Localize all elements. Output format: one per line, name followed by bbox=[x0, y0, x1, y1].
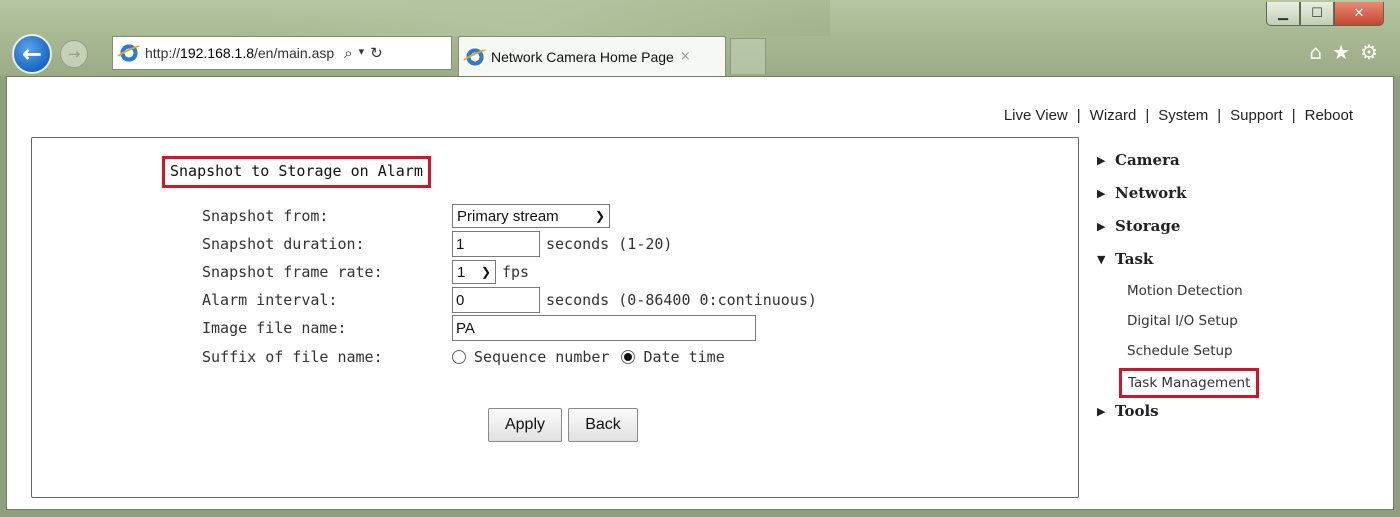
snapshot-from-label: Snapshot from: bbox=[202, 207, 329, 225]
snapshot-duration-label: Snapshot duration: bbox=[202, 235, 365, 253]
menu-item-camera[interactable]: ▶ Camera bbox=[1097, 149, 1180, 171]
nav-support[interactable]: Support bbox=[1230, 107, 1283, 124]
background-blur bbox=[230, 0, 830, 36]
gear-icon[interactable]: ⚙ bbox=[1360, 40, 1378, 64]
back-form-button[interactable]: Back bbox=[568, 408, 638, 442]
search-icon[interactable]: ⌕ bbox=[344, 44, 352, 62]
suffix-label: Suffix of file name: bbox=[202, 348, 383, 366]
window-controls: ▁ ☐ ✕ bbox=[1266, 2, 1384, 26]
menu-item-task[interactable]: ▼ Task bbox=[1097, 248, 1153, 270]
forward-button[interactable]: → bbox=[60, 40, 88, 68]
address-bar[interactable]: http://192.168.1.8/en/main.asp ⌕ ▾ ↻ bbox=[112, 36, 452, 70]
caret-right-icon: ▶ bbox=[1097, 219, 1106, 233]
suffix-field: Sequence number Date time bbox=[452, 348, 725, 366]
internet-explorer-icon bbox=[119, 43, 139, 63]
menu-item-task-management[interactable]: Task Management bbox=[1119, 368, 1260, 398]
radio-date-time[interactable] bbox=[621, 350, 636, 364]
image-file-name-field: PA bbox=[452, 315, 756, 341]
caret-right-icon: ▶ bbox=[1097, 404, 1106, 418]
image-file-name-label: Image file name: bbox=[202, 319, 347, 337]
menu-tools-label: Tools bbox=[1115, 402, 1159, 420]
nav-separator: | bbox=[1145, 107, 1150, 124]
alarm-interval-field: 0 seconds (0-86400 0:continuous) bbox=[452, 287, 817, 313]
nav-separator: | bbox=[1076, 107, 1081, 124]
menu-item-network[interactable]: ▶ Network bbox=[1097, 182, 1186, 204]
snapshot-from-value: Primary stream bbox=[457, 207, 559, 225]
snapshot-from-select[interactable]: Primary stream ❯ bbox=[452, 204, 610, 228]
back-arrow-icon: ← bbox=[21, 40, 43, 68]
page-content: Live View | Wizard | System | Support | Reboot S… bbox=[6, 76, 1394, 510]
snapshot-from-field: Primary stream ❯ bbox=[452, 204, 610, 228]
close-window-button[interactable]: ✕ bbox=[1334, 2, 1384, 26]
snapshot-frame-rate-field: 1 ❯ fps bbox=[452, 260, 529, 284]
snapshot-duration-input[interactable]: 1 bbox=[452, 231, 540, 257]
menu-network-label: Network bbox=[1115, 184, 1187, 202]
url-prefix: http:// bbox=[145, 45, 181, 61]
url-host: 192.168.1.8 bbox=[180, 45, 254, 61]
tab-ie-icon bbox=[465, 46, 485, 67]
alarm-interval-hint: seconds (0-86400 0:continuous) bbox=[546, 291, 817, 309]
minimize-button[interactable]: ▁ bbox=[1266, 2, 1300, 26]
alarm-interval-label: Alarm interval: bbox=[202, 291, 338, 309]
settings-panel: Snapshot to Storage on Alarm Snapshot fr… bbox=[31, 137, 1079, 498]
maximize-icon: ☐ bbox=[1311, 6, 1323, 21]
refresh-icon[interactable]: ↻ bbox=[370, 44, 383, 62]
menu-camera-label: Camera bbox=[1115, 151, 1180, 169]
caret-right-icon: ▶ bbox=[1097, 153, 1106, 167]
maximize-button[interactable]: ☐ bbox=[1300, 2, 1334, 26]
page-title: Snapshot to Storage on Alarm bbox=[162, 156, 431, 188]
frame-rate-value: 1 bbox=[457, 263, 466, 281]
menu-item-storage[interactable]: ▶ Storage bbox=[1097, 215, 1180, 237]
tab-close-icon[interactable]: × bbox=[680, 49, 691, 64]
menu-item-tools[interactable]: ▶ Tools bbox=[1097, 400, 1159, 422]
radio-sequence-number-label: Sequence number bbox=[474, 348, 610, 366]
nav-wizard[interactable]: Wizard bbox=[1090, 107, 1137, 124]
snapshot-duration-hint: seconds (1-20) bbox=[546, 235, 673, 253]
caret-right-icon: ▶ bbox=[1097, 186, 1106, 200]
browser-toolbar-icons: ⌂ ★ ⚙ bbox=[1309, 40, 1378, 64]
nav-separator: | bbox=[1217, 107, 1222, 124]
frame-rate-select[interactable]: 1 ❯ bbox=[452, 260, 496, 284]
snapshot-frame-rate-label: Snapshot frame rate: bbox=[202, 263, 383, 281]
chevron-down-icon: ❯ bbox=[594, 209, 605, 223]
menu-storage-label: Storage bbox=[1115, 217, 1181, 235]
tab-title: Network Camera Home Page bbox=[491, 48, 674, 65]
caret-down-icon: ▼ bbox=[1097, 252, 1106, 266]
url-text[interactable]: http://192.168.1.8/en/main.asp bbox=[145, 45, 334, 61]
top-navigation: Live View | Wizard | System | Support | Reboot bbox=[1004, 107, 1353, 124]
apply-button[interactable]: Apply bbox=[488, 408, 562, 442]
snapshot-duration-field: 1 seconds (1-20) bbox=[452, 231, 672, 257]
home-icon[interactable]: ⌂ bbox=[1309, 40, 1322, 64]
nav-reboot[interactable]: Reboot bbox=[1305, 107, 1353, 124]
minimize-icon: ▁ bbox=[1278, 6, 1288, 21]
address-bar-actions: ⌕ ▾ ↻ bbox=[344, 44, 383, 62]
new-tab-button[interactable] bbox=[730, 38, 766, 74]
nav-separator: | bbox=[1291, 107, 1296, 124]
forward-arrow-icon: → bbox=[67, 45, 81, 63]
chevron-down-icon: ❯ bbox=[480, 265, 491, 279]
menu-item-motion-detection[interactable]: Motion Detection bbox=[1127, 280, 1243, 302]
menu-item-schedule-setup[interactable]: Schedule Setup bbox=[1127, 340, 1233, 362]
frame-rate-unit: fps bbox=[502, 263, 530, 281]
radio-date-time-label: Date time bbox=[643, 348, 725, 366]
nav-system[interactable]: System bbox=[1158, 107, 1208, 124]
nav-live-view[interactable]: Live View bbox=[1004, 107, 1068, 124]
image-file-name-input[interactable]: PA bbox=[452, 315, 756, 341]
tab-network-camera[interactable]: Network Camera Home Page × bbox=[458, 36, 726, 76]
menu-item-digital-io-setup[interactable]: Digital I/O Setup bbox=[1127, 310, 1238, 332]
url-path: /en/main.asp bbox=[254, 45, 335, 61]
star-icon[interactable]: ★ bbox=[1332, 40, 1350, 64]
browser-chrome: ▁ ☐ ✕ ← → http://192.168.1.8/en/main.asp… bbox=[0, 0, 1400, 76]
back-button[interactable]: ← bbox=[12, 34, 52, 74]
close-icon: ✕ bbox=[1353, 6, 1365, 21]
alarm-interval-input[interactable]: 0 bbox=[452, 287, 540, 313]
dropdown-icon[interactable]: ▾ bbox=[359, 44, 365, 62]
radio-sequence-number[interactable] bbox=[452, 350, 466, 364]
menu-task-label: Task bbox=[1115, 250, 1154, 268]
